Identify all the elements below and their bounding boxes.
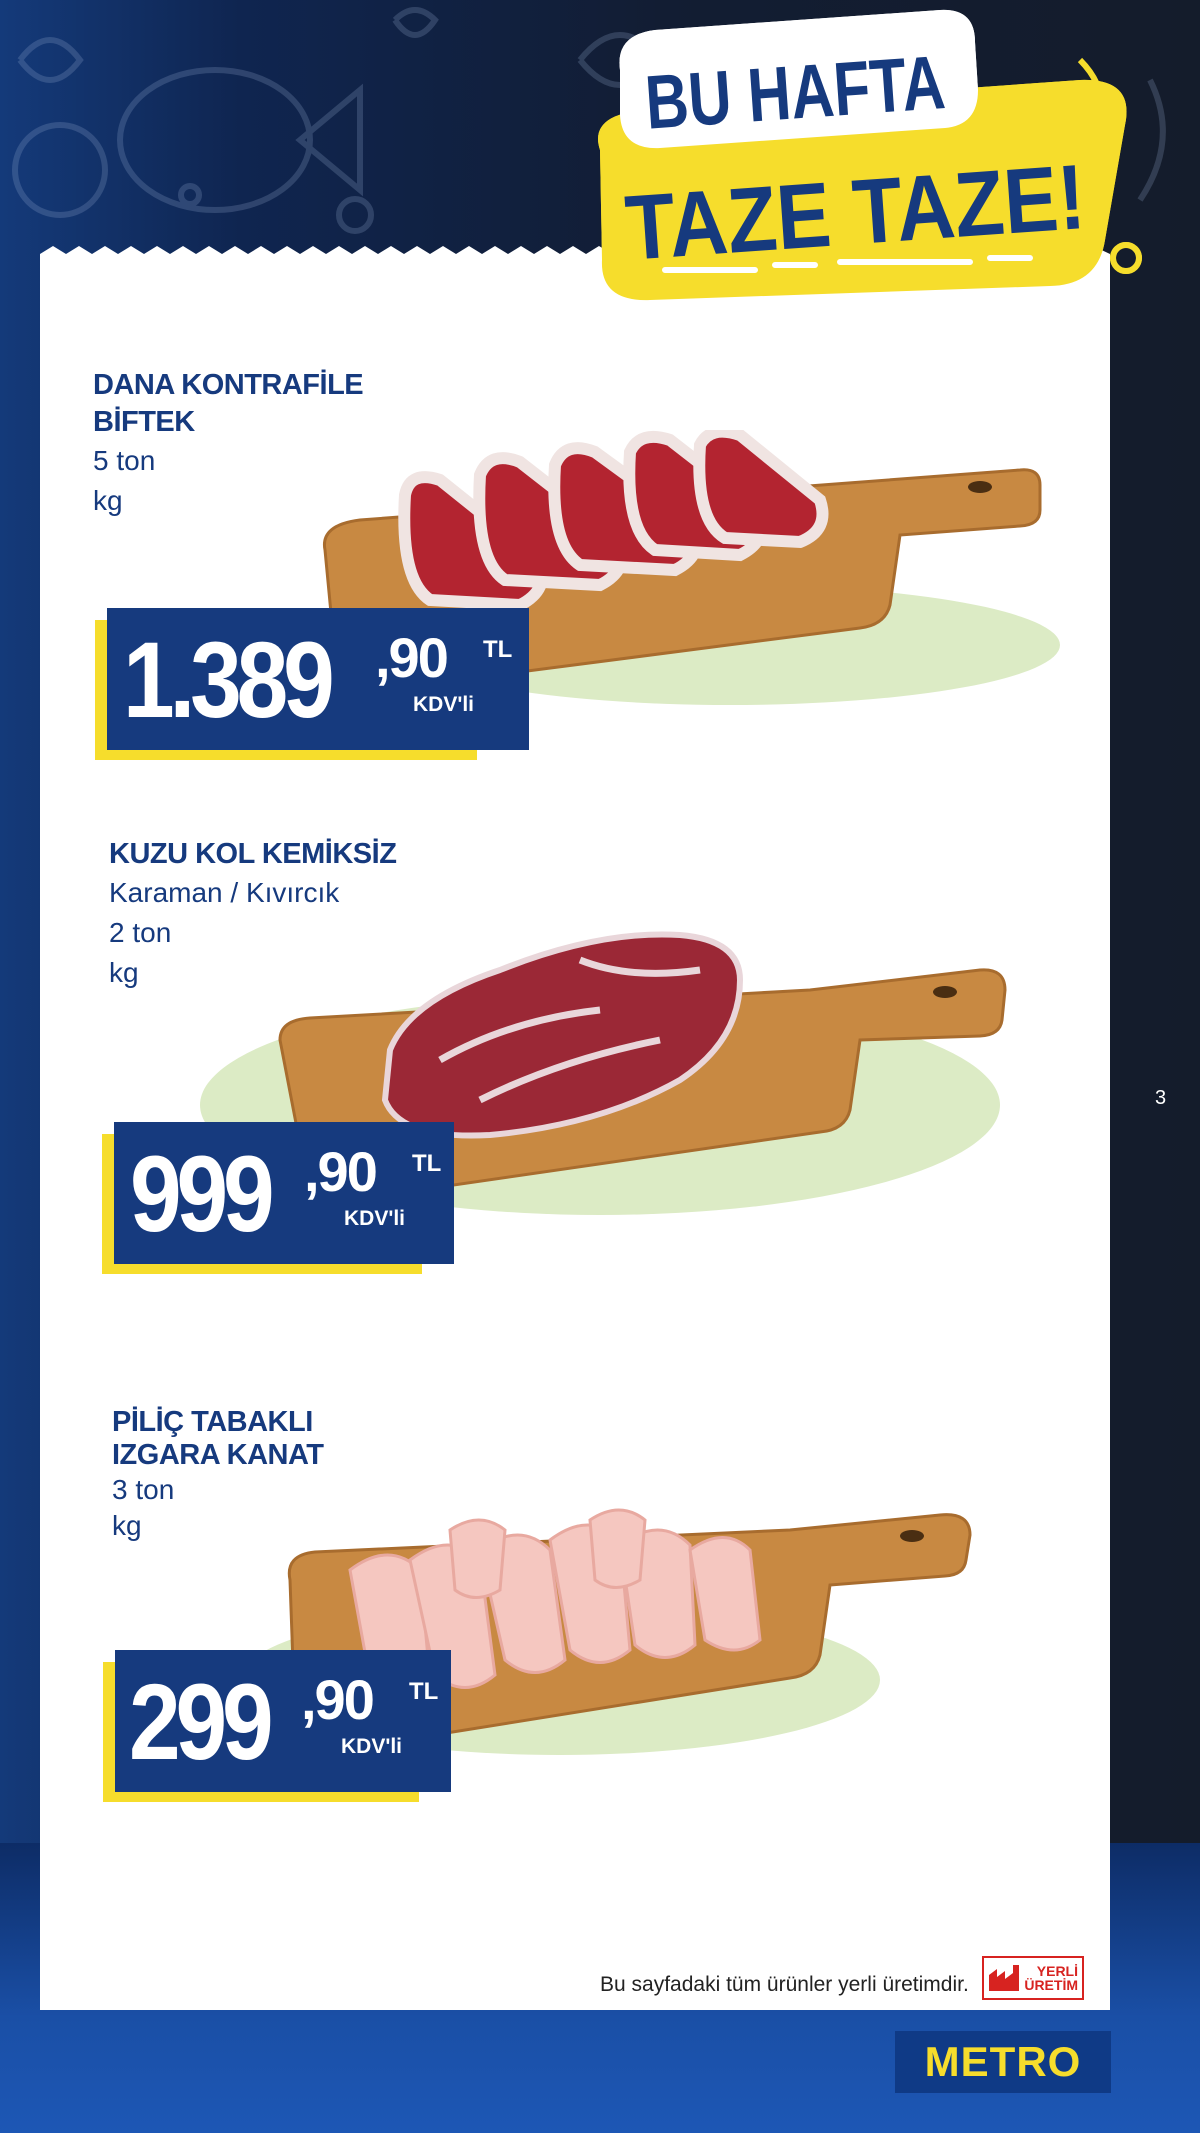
- brand-name: METRO: [924, 2038, 1082, 2085]
- price-tag-lamb: 999 ,90 TL KDV'li: [102, 1122, 454, 1274]
- price-vat-note: KDV'li: [413, 693, 475, 716]
- product-weight: 2 ton: [109, 917, 172, 948]
- price-tag-beef: 1.389 ,90 TL KDV'li: [95, 608, 529, 760]
- factory-icon: [989, 1965, 1019, 1991]
- price-tag-box: 1.389 ,90 TL KDV'li: [107, 608, 529, 750]
- price-tag-chicken: 299 ,90 TL KDV'li: [103, 1650, 451, 1802]
- price-decimal: ,90: [375, 626, 449, 689]
- price-integer: 299: [129, 1661, 274, 1782]
- price-integer: 999: [130, 1133, 275, 1254]
- price-tag-box: 299 ,90 TL KDV'li: [115, 1650, 451, 1792]
- badge-line2: ÜRETİM: [1024, 1977, 1078, 1993]
- price-decimal: ,90: [301, 1668, 375, 1731]
- product-unit: kg: [112, 1510, 142, 1541]
- price-currency: TL: [483, 636, 513, 663]
- product-beef: DANA KONTRAFİLE BİFTEK 5 ton kg: [93, 367, 364, 521]
- product-unit: kg: [109, 957, 139, 988]
- price-vat-note: KDV'li: [341, 1735, 403, 1758]
- product-name: KUZU KOL KEMİKSİZ: [109, 838, 397, 870]
- product-unit: kg: [93, 485, 123, 516]
- headline-banner-front: BU HAFTA TAZE TAZE!: [598, 9, 1142, 301]
- badge-line1: YERLİ: [1036, 1963, 1078, 1979]
- product-weight: 3 ton: [112, 1474, 175, 1505]
- metro-logo: METRO: [895, 2031, 1111, 2093]
- product-lamb: KUZU KOL KEMİKSİZ Karaman / Kıvırcık 2 t…: [109, 836, 397, 993]
- price-currency: TL: [412, 1150, 442, 1177]
- product-name: DANA KONTRAFİLE BİFTEK: [93, 369, 364, 438]
- product-breed: Karaman / Kıvırcık: [109, 877, 340, 908]
- price-tag-box: 999 ,90 TL KDV'li: [114, 1122, 454, 1264]
- badge-text: YERLİ ÜRETİM: [1024, 1964, 1078, 1992]
- product-name: PİLİÇ TABAKLI IZGARA KANAT: [112, 1406, 324, 1471]
- price-currency: TL: [409, 1678, 439, 1705]
- product-chicken: PİLİÇ TABAKLI IZGARA KANAT 3 ton kg: [112, 1406, 324, 1544]
- yerli-uretim-badge: YERLİ ÜRETİM: [982, 1956, 1084, 2000]
- price-integer: 1.389: [123, 619, 335, 740]
- local-production-note: Bu sayfadaki tüm ürünler yerli üretimdir…: [600, 1973, 969, 1996]
- page-number: 3: [1155, 1087, 1167, 1109]
- price-vat-note: KDV'li: [344, 1207, 406, 1230]
- price-decimal: ,90: [304, 1140, 378, 1203]
- product-weight: 5 ton: [93, 445, 156, 476]
